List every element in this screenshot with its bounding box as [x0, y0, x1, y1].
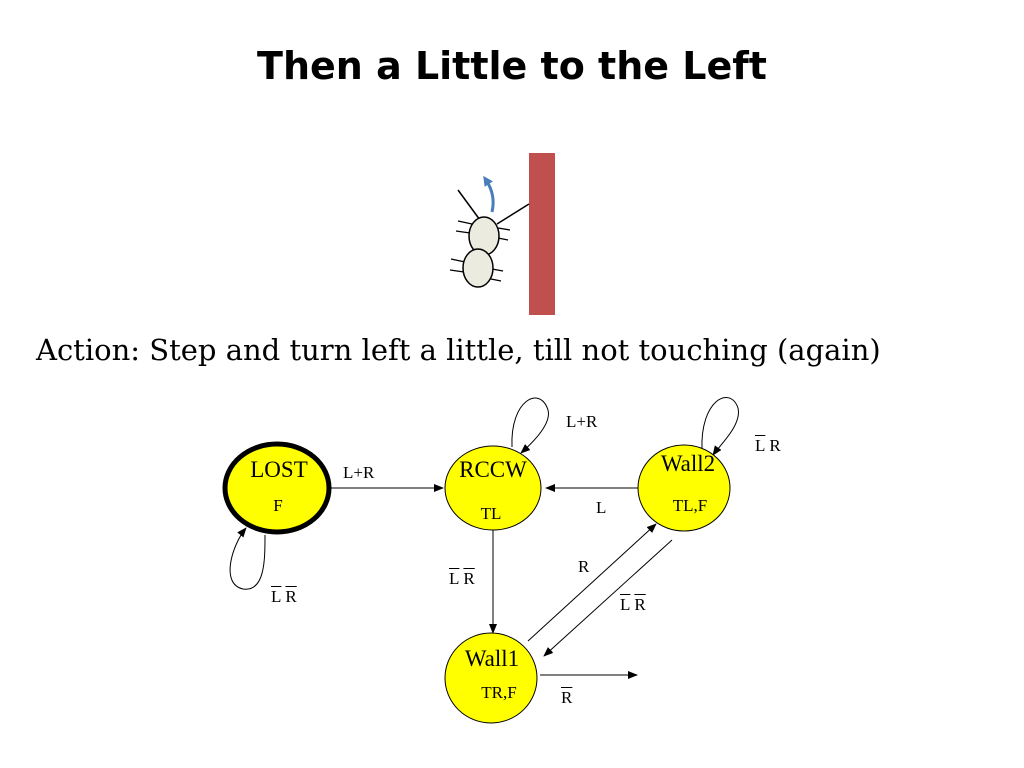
label-wall2-to-rccw: L — [596, 498, 607, 517]
label-part: L — [755, 436, 766, 455]
robot-illustration — [449, 153, 555, 315]
label-part: R — [463, 569, 475, 588]
label-part: L — [271, 587, 282, 606]
action-description: Action: Step and turn left a little, til… — [36, 333, 881, 367]
label-wall2-self: LR — [755, 436, 785, 456]
state-lost-name: LOST — [250, 457, 308, 482]
label-rccw-self: L+R — [566, 412, 598, 431]
edge-rccw-self — [511, 397, 549, 454]
right-antenna-touching — [496, 203, 530, 225]
label-part: R — [561, 688, 573, 707]
label-part: L — [620, 595, 631, 614]
label-lost-self: LR — [271, 587, 301, 607]
edge-wall2-self — [701, 397, 739, 456]
left-antenna — [457, 189, 481, 221]
state-rccw-name: RCCW — [459, 457, 527, 482]
state-wall1-name: Wall1 — [464, 646, 520, 671]
turn-left-arrow-icon — [483, 175, 495, 213]
label-rccw-to-wall1: LR — [449, 569, 479, 589]
label-part: R — [285, 587, 297, 606]
state-wall1-output: TR,F — [481, 683, 517, 702]
state-rccw-output: TL — [480, 504, 502, 523]
state-wall2-output: TL,F — [672, 496, 708, 515]
edge-wall2-to-wall1 — [543, 539, 673, 657]
label-wall2-to-wall1: LR — [620, 595, 650, 615]
label-part: R — [634, 595, 646, 614]
label-wall1-exit: R — [561, 688, 576, 708]
state-wall2-name: Wall2 — [660, 451, 716, 476]
wall — [529, 153, 555, 315]
label-part: R — [769, 436, 781, 455]
edge-lost-self — [229, 527, 266, 590]
label-part: L — [449, 569, 460, 588]
label-wall1-to-wall2: R — [578, 557, 590, 576]
label-lost-to-rccw: L+R — [343, 463, 375, 482]
robot-body — [462, 248, 494, 288]
state-lost-output: F — [273, 496, 283, 515]
edge-wall1-to-wall2 — [527, 523, 657, 642]
